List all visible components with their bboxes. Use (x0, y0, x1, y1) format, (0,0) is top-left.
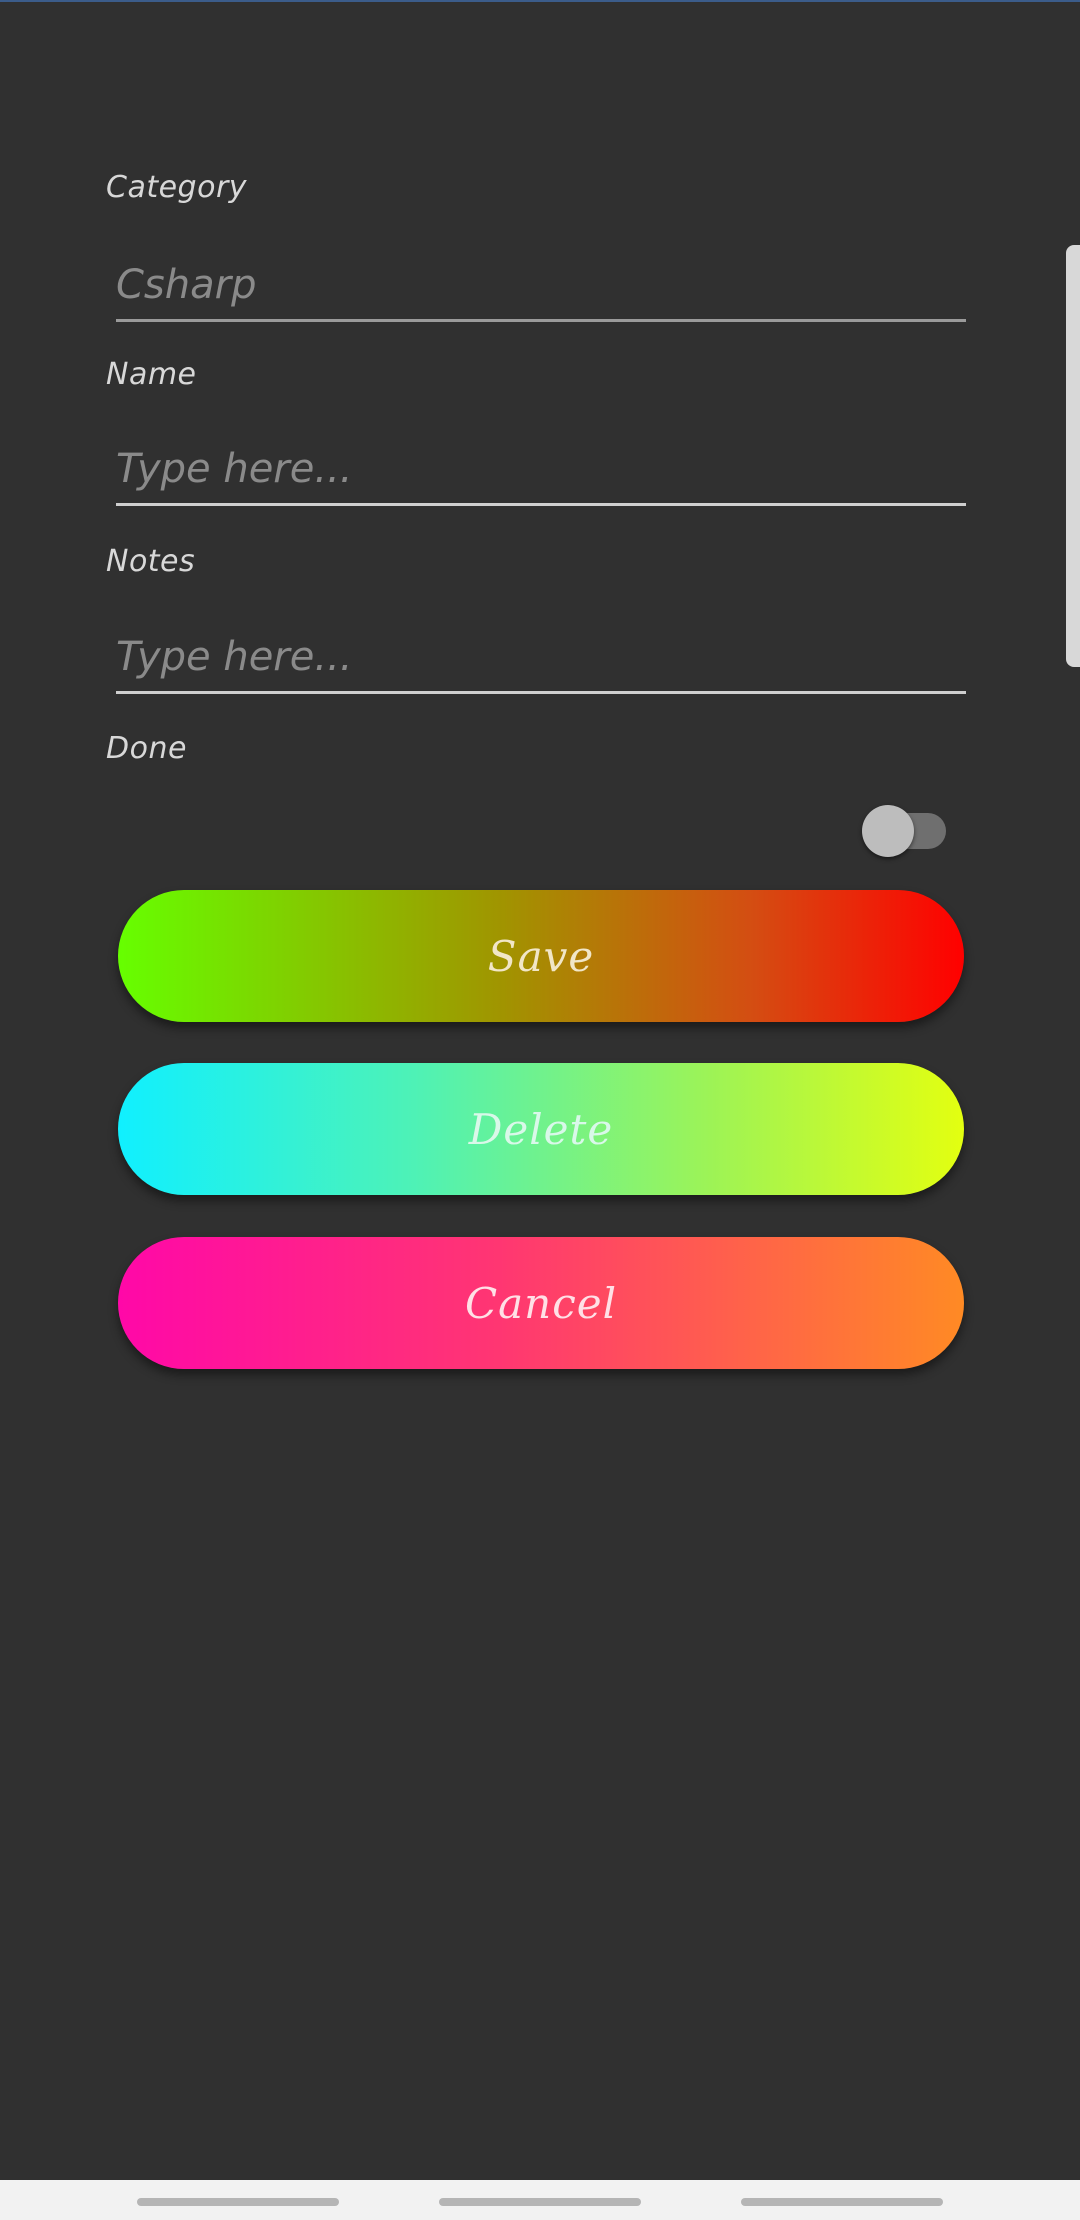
name-input[interactable] (116, 436, 966, 502)
notes-label: Notes (106, 544, 196, 579)
delete-button[interactable]: Delete (118, 1063, 964, 1195)
category-label: Category (106, 170, 248, 205)
name-label: Name (106, 357, 197, 392)
system-navigation-bar (0, 2180, 1080, 2220)
status-accent-line (0, 0, 1080, 2)
back-pill[interactable] (741, 2198, 943, 2206)
delete-button-label: Delete (468, 1104, 614, 1154)
done-switch[interactable] (862, 805, 946, 857)
save-button[interactable]: Save (118, 890, 964, 1022)
cancel-button-label: Cancel (464, 1278, 618, 1328)
switch-thumb (862, 805, 914, 857)
home-pill[interactable] (439, 2198, 641, 2206)
notes-field[interactable] (116, 624, 966, 694)
name-field[interactable] (116, 436, 966, 506)
category-input[interactable] (116, 252, 966, 318)
scrollbar-thumb[interactable] (1066, 245, 1080, 667)
category-field[interactable] (116, 252, 966, 322)
done-label: Done (106, 731, 187, 766)
notes-input[interactable] (116, 624, 966, 690)
recents-pill[interactable] (137, 2198, 339, 2206)
cancel-button[interactable]: Cancel (118, 1237, 964, 1369)
save-button-label: Save (487, 931, 595, 981)
